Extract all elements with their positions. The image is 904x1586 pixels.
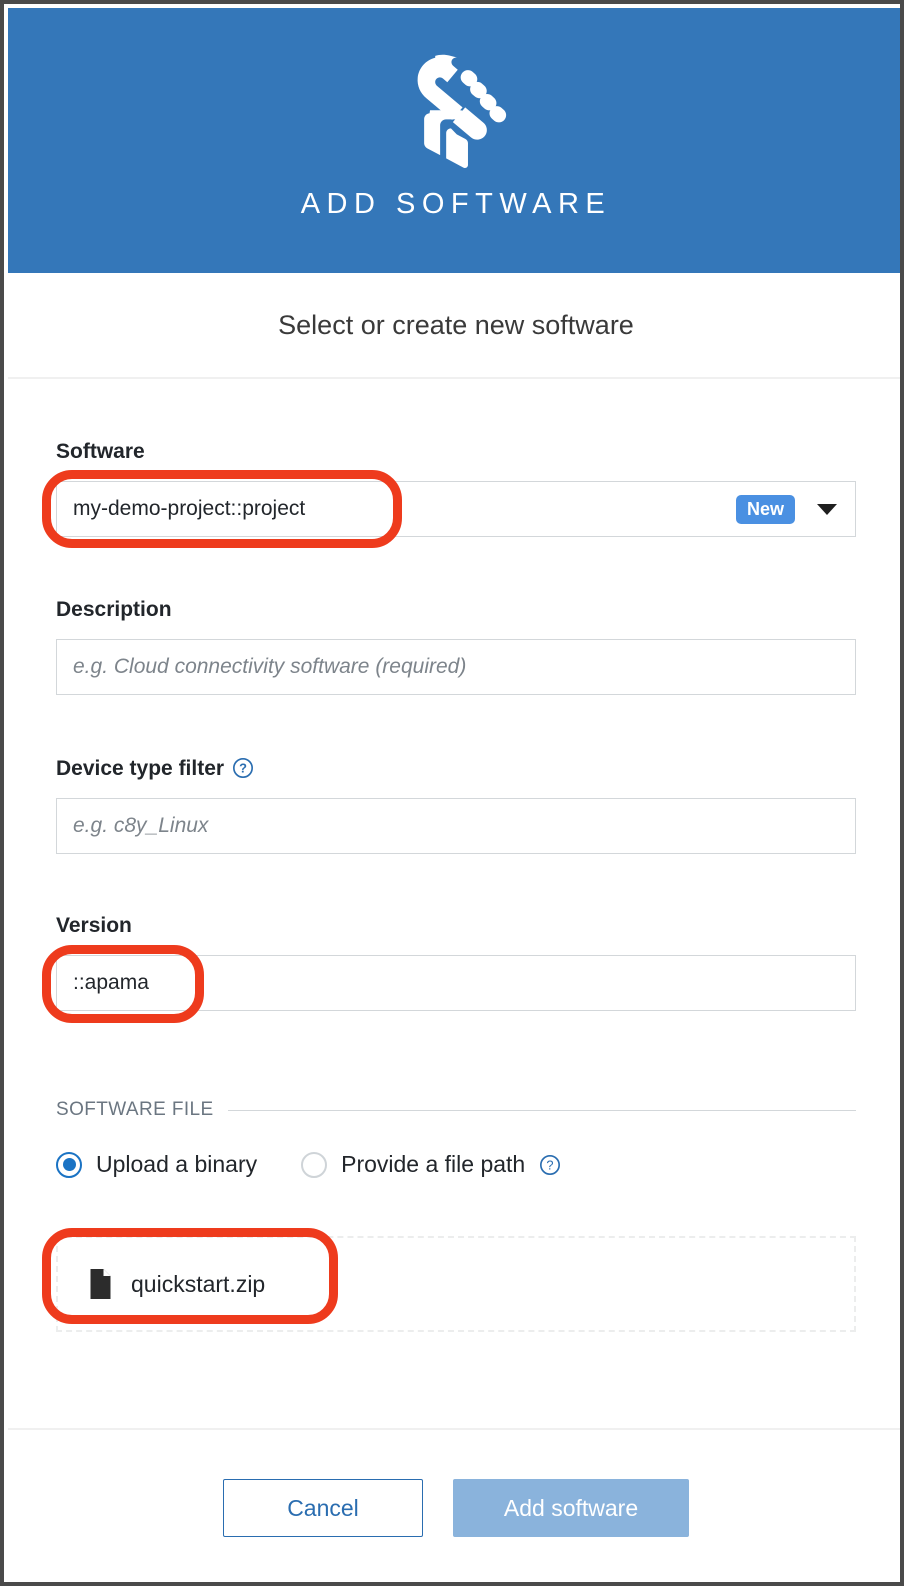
radio-provide-a-file-path-control[interactable] bbox=[301, 1151, 328, 1178]
software-file-section: SOFTWARE FILE Upload a binary Provide a … bbox=[56, 1099, 856, 1178]
svg-text:?: ? bbox=[239, 761, 247, 776]
uploaded-file-name: quickstart.zip bbox=[131, 1270, 266, 1297]
help-circle-icon[interactable]: ? bbox=[539, 1154, 561, 1176]
software-label: Software bbox=[56, 441, 145, 462]
description-label: Description bbox=[56, 599, 172, 620]
version-input[interactable]: ::apama bbox=[56, 955, 856, 1011]
dialog-title: ADD SOFTWARE bbox=[300, 188, 612, 220]
radio-provide-a-file-path[interactable]: Provide a file path ? bbox=[301, 1151, 561, 1178]
radio-upload-a-binary-control[interactable] bbox=[56, 1151, 82, 1178]
uploaded-file-chip[interactable]: quickstart.zip bbox=[88, 1269, 265, 1299]
description-input[interactable]: e.g. Cloud connectivity software (requir… bbox=[56, 639, 856, 695]
new-badge[interactable]: New bbox=[735, 494, 795, 524]
version-label: Version bbox=[56, 915, 132, 936]
add-software-dialog: ADD SOFTWARE Select or create new softwa… bbox=[0, 0, 904, 1586]
svg-text:?: ? bbox=[547, 1157, 554, 1172]
software-input-adornments: New bbox=[735, 494, 839, 524]
document-icon bbox=[90, 1269, 111, 1299]
software-input[interactable]: my-demo-project::project New bbox=[56, 481, 856, 537]
chevron-down-icon[interactable] bbox=[817, 503, 837, 515]
description-placeholder: e.g. Cloud connectivity software (requir… bbox=[73, 655, 467, 678]
device-type-filter-placeholder: e.g. c8y_Linux bbox=[73, 814, 209, 837]
dialog-footer: Cancel Add software bbox=[8, 1428, 900, 1582]
device-type-filter-input[interactable]: e.g. c8y_Linux bbox=[56, 798, 856, 854]
version-label-text: Version bbox=[56, 914, 132, 937]
device-type-filter-label: Device type filter ? bbox=[56, 757, 254, 779]
file-dropzone[interactable]: quickstart.zip bbox=[56, 1236, 856, 1332]
description-label-text: Description bbox=[56, 598, 172, 621]
wrench-screwdriver-icon bbox=[417, 54, 507, 168]
dialog-subtitle: Select or create new software bbox=[278, 309, 634, 340]
radio-provide-a-file-path-label: Provide a file path bbox=[341, 1151, 526, 1177]
radio-upload-a-binary[interactable]: Upload a binary bbox=[56, 1151, 257, 1178]
software-file-radio-group: Upload a binary Provide a file path ? bbox=[56, 1151, 856, 1178]
software-label-text: Software bbox=[56, 440, 145, 463]
add-software-button[interactable]: Add software bbox=[453, 1479, 689, 1537]
legend-divider bbox=[227, 1109, 856, 1111]
software-file-legend: SOFTWARE FILE bbox=[56, 1099, 214, 1120]
dialog-body: Software my-demo-project::project New De… bbox=[8, 381, 900, 1428]
dialog-subtitle-bar: Select or create new software bbox=[8, 273, 900, 379]
software-input-value: my-demo-project::project bbox=[73, 497, 306, 520]
help-circle-icon[interactable]: ? bbox=[232, 757, 254, 779]
device-type-filter-label-text: Device type filter bbox=[56, 756, 225, 780]
software-file-legend-row: SOFTWARE FILE bbox=[56, 1099, 856, 1121]
dialog-header: ADD SOFTWARE bbox=[8, 8, 900, 273]
version-input-value: ::apama bbox=[73, 971, 149, 994]
radio-upload-a-binary-label: Upload a binary bbox=[96, 1151, 258, 1177]
cancel-button[interactable]: Cancel bbox=[223, 1479, 423, 1537]
